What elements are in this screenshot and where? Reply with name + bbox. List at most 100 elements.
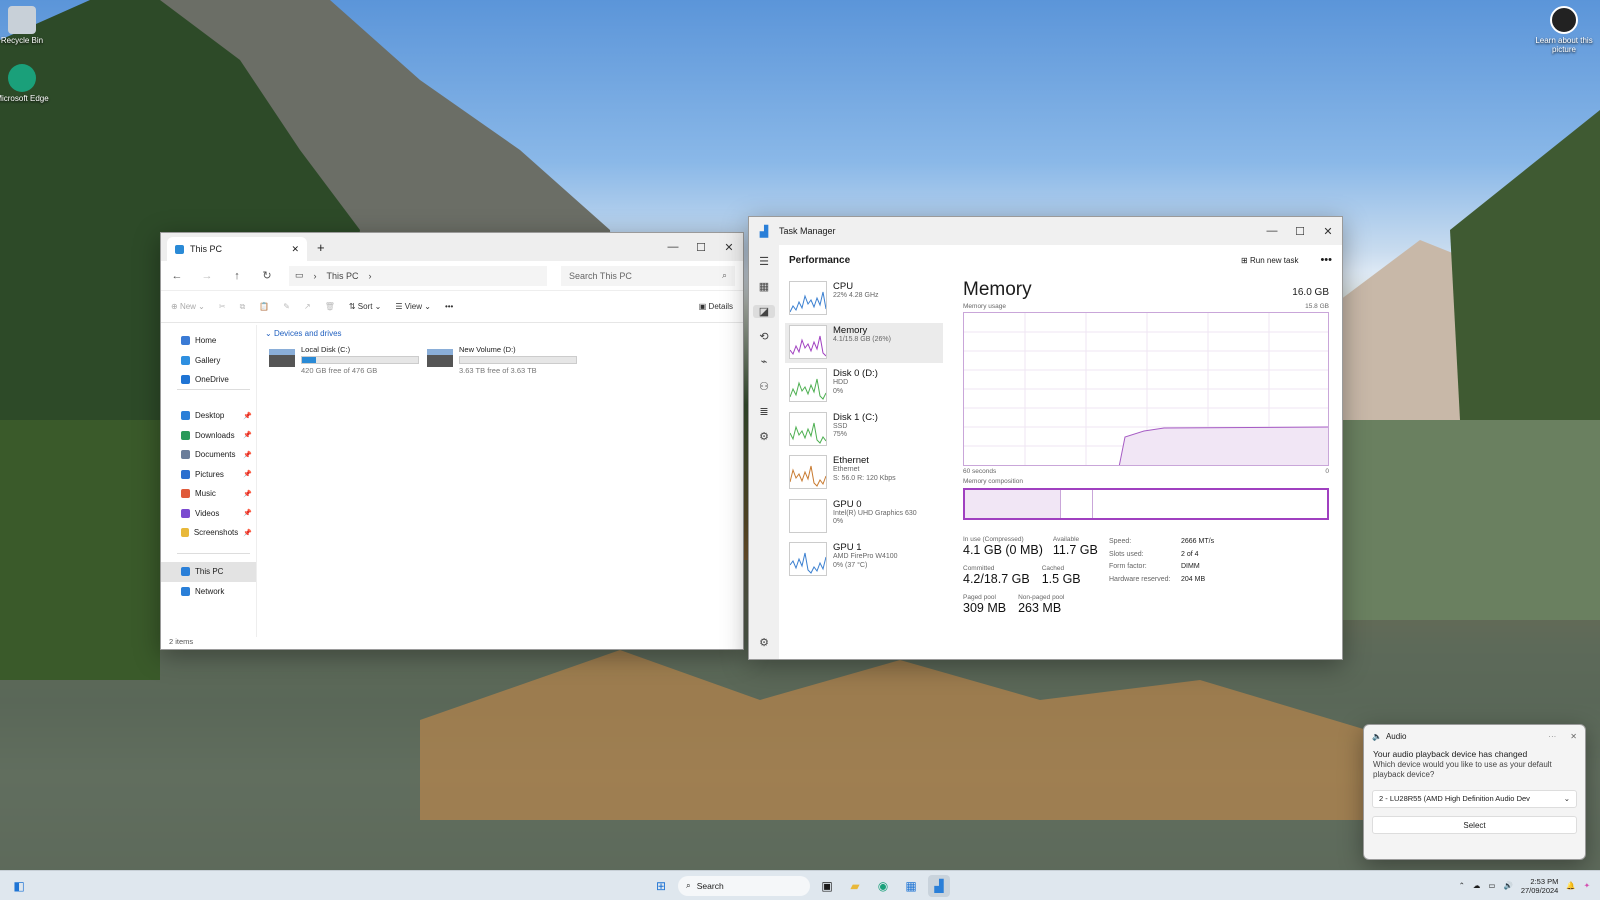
sidebar-item-videos[interactable]: Videos 📌 [161, 504, 256, 524]
drive-item[interactable]: New Volume (D:) 3.63 TB free of 3.63 TB [427, 345, 577, 375]
sidebar-item-label: Music [195, 489, 216, 499]
tm-minimize-button[interactable]: — [1258, 225, 1286, 238]
details-icon[interactable]: ≣ [759, 405, 768, 418]
select-button[interactable]: Select [1372, 815, 1577, 834]
sort-button[interactable]: ⇅ Sort ⌄ [349, 302, 382, 311]
network-icon[interactable]: ▭ [1488, 881, 1495, 890]
search-input[interactable]: Search This PC [569, 271, 632, 281]
view-button[interactable]: ☰ View ⌄ [395, 302, 431, 311]
sidebar-item-this-pc[interactable]: This PC [161, 562, 256, 582]
rename-icon[interactable]: ✎ [283, 302, 290, 311]
widgets-icon[interactable]: ◧ [8, 875, 30, 897]
notification-bell-icon[interactable]: 🔔 [1566, 881, 1575, 890]
memory-usage-label: Memory usage [963, 303, 1006, 310]
edge-desktop-icon[interactable]: Microsoft Edge [0, 64, 52, 103]
hamburger-icon[interactable]: ☰ [759, 255, 769, 268]
sidebar-item-pictures[interactable]: Pictures 📌 [161, 465, 256, 485]
pin-icon[interactable]: 📌 [243, 490, 252, 498]
settings-icon[interactable]: ⚙ [759, 636, 769, 649]
audio-device-select[interactable]: 2 - LU28R55 (AMD High Definition Audio D… [1372, 789, 1577, 808]
memory-panel: Memory 16.0 GB Memory usage 15.8 GB 60 s… [963, 279, 1329, 615]
performance-icon[interactable]: ◪ [753, 305, 775, 318]
recycle-bin-icon[interactable]: Recycle Bin [0, 6, 52, 45]
pin-icon[interactable]: 📌 [243, 470, 252, 478]
folder-icon [181, 489, 190, 499]
refresh-icon[interactable]: ↻ [259, 269, 275, 282]
minimize-button[interactable]: — [659, 241, 687, 254]
perf-item-sub1: HDD [833, 379, 849, 386]
sidebar-item-gallery[interactable]: Gallery [161, 351, 256, 371]
sidebar-item-desktop[interactable]: Desktop 📌 [161, 406, 256, 426]
app-history-icon[interactable]: ⟲ [759, 330, 768, 343]
close-button[interactable]: ✕ [715, 241, 743, 254]
edge-taskbar-icon[interactable]: ◉ [872, 875, 894, 897]
perf-item-gpu-0[interactable]: GPU 0 Intel(R) UHD Graphics 630 0% [785, 497, 943, 537]
perf-item-disk-0-d[interactable]: Disk 0 (D:) HDD 0% [785, 366, 943, 406]
processes-icon[interactable]: ▦ [759, 280, 769, 293]
up-icon[interactable]: ↑ [229, 270, 245, 282]
tab-this-pc[interactable]: This PC ✕ [167, 237, 307, 261]
learn-picture-icon[interactable]: Learn about this picture [1534, 6, 1594, 54]
task-view-icon[interactable]: ▣ [816, 875, 838, 897]
sidebar-item-home[interactable]: Home [161, 331, 256, 351]
pin-icon[interactable]: 📌 [243, 431, 252, 439]
breadcrumb[interactable]: This PC [327, 271, 359, 281]
start-icon[interactable]: ⊞ [650, 875, 672, 897]
volume-icon[interactable]: 🔊 [1503, 881, 1512, 890]
task-manager-taskbar-icon[interactable]: ▟ [928, 874, 950, 897]
delete-icon[interactable]: 🗑 [325, 302, 335, 311]
pin-icon[interactable]: 📌 [243, 412, 252, 420]
perf-item-ethernet[interactable]: Ethernet Ethernet S: 56.0 R: 120 Kbps [785, 453, 943, 493]
perf-item-memory[interactable]: Memory 4.1/15.8 GB (26%) [785, 322, 943, 363]
tm-close-button[interactable]: ✕ [1314, 225, 1342, 238]
close-tab-icon[interactable]: ✕ [291, 244, 299, 255]
store-taskbar-icon[interactable]: ▦ [900, 875, 922, 897]
back-icon[interactable]: ← [169, 270, 185, 282]
share-icon[interactable]: ↗ [304, 302, 311, 311]
audio-more-icon[interactable]: ··· [1548, 732, 1556, 741]
taskbar-search[interactable]: ⌕ Search [678, 875, 810, 896]
services-icon[interactable]: ⚙ [759, 430, 769, 443]
new-tab-button[interactable]: + [317, 240, 325, 255]
perf-item-sub1: 22% 4.28 GHz [833, 292, 879, 299]
perf-item-disk-1-c[interactable]: Disk 1 (C:) SSD 75% [785, 410, 943, 450]
sidebar-item-screenshots[interactable]: Screenshots 📌 [161, 523, 256, 543]
users-icon[interactable]: ⚇ [759, 380, 769, 393]
new-button[interactable]: ⊕ New ⌄ [171, 302, 205, 311]
perf-item-gpu-1[interactable]: GPU 1 AMD FirePro W4100 0% (37 °C) [785, 540, 943, 580]
clock[interactable]: 2:53 PM 27/09/2024 [1521, 877, 1559, 895]
more-icon[interactable]: ••• [445, 302, 453, 311]
file-explorer-taskbar-icon[interactable]: ▰ [844, 875, 866, 897]
forward-icon[interactable]: → [199, 270, 215, 282]
startup-icon[interactable]: ⌁ [761, 355, 768, 368]
stat-cached: Cached 1.5 GB [1041, 565, 1081, 586]
folder-icon [181, 411, 190, 421]
copy-icon[interactable]: ⧉ [240, 302, 246, 312]
sidebar-item-onedrive[interactable]: OneDrive [161, 370, 256, 390]
perf-item-cpu[interactable]: CPU 22% 4.28 GHz [785, 279, 943, 319]
pin-icon[interactable]: 📌 [243, 451, 252, 459]
copilot-icon[interactable]: ✦ [1584, 881, 1590, 890]
perf-item-sub2: 0% (37 °C) [833, 561, 868, 569]
run-new-task-button[interactable]: ⊞ Run new task [1241, 256, 1298, 265]
sidebar-item-downloads[interactable]: Downloads 📌 [161, 426, 256, 446]
sidebar-item-documents[interactable]: Documents 📌 [161, 445, 256, 465]
pin-icon[interactable]: 📌 [243, 529, 252, 537]
tm-maximize-button[interactable]: ☐ [1286, 225, 1314, 238]
audio-close-icon[interactable]: ✕ [1570, 732, 1577, 741]
status-bar: 2 items [169, 637, 194, 646]
pin-icon[interactable]: 📌 [243, 509, 252, 517]
maximize-button[interactable]: ☐ [687, 241, 715, 254]
drive-item[interactable]: Local Disk (C:) 420 GB free of 476 GB [269, 345, 419, 375]
sidebar-item-music[interactable]: Music 📌 [161, 484, 256, 504]
address-bar[interactable]: ▭ › This PC › [289, 265, 547, 286]
cut-icon[interactable]: ✂ [219, 302, 226, 311]
onedrive-tray-icon[interactable]: ☁ [1473, 881, 1481, 890]
devices-section[interactable]: ⌄ Devices and drives [265, 329, 342, 338]
search-box[interactable]: Search This PC ⌕ [561, 265, 735, 286]
paste-icon[interactable]: 📋 [259, 302, 269, 311]
details-button[interactable]: ▣ Details [699, 302, 733, 311]
tm-more-icon[interactable]: ••• [1320, 254, 1332, 266]
sidebar-item-network[interactable]: Network [161, 582, 256, 602]
tray-chevron-icon[interactable]: ⌃ [1459, 881, 1465, 890]
